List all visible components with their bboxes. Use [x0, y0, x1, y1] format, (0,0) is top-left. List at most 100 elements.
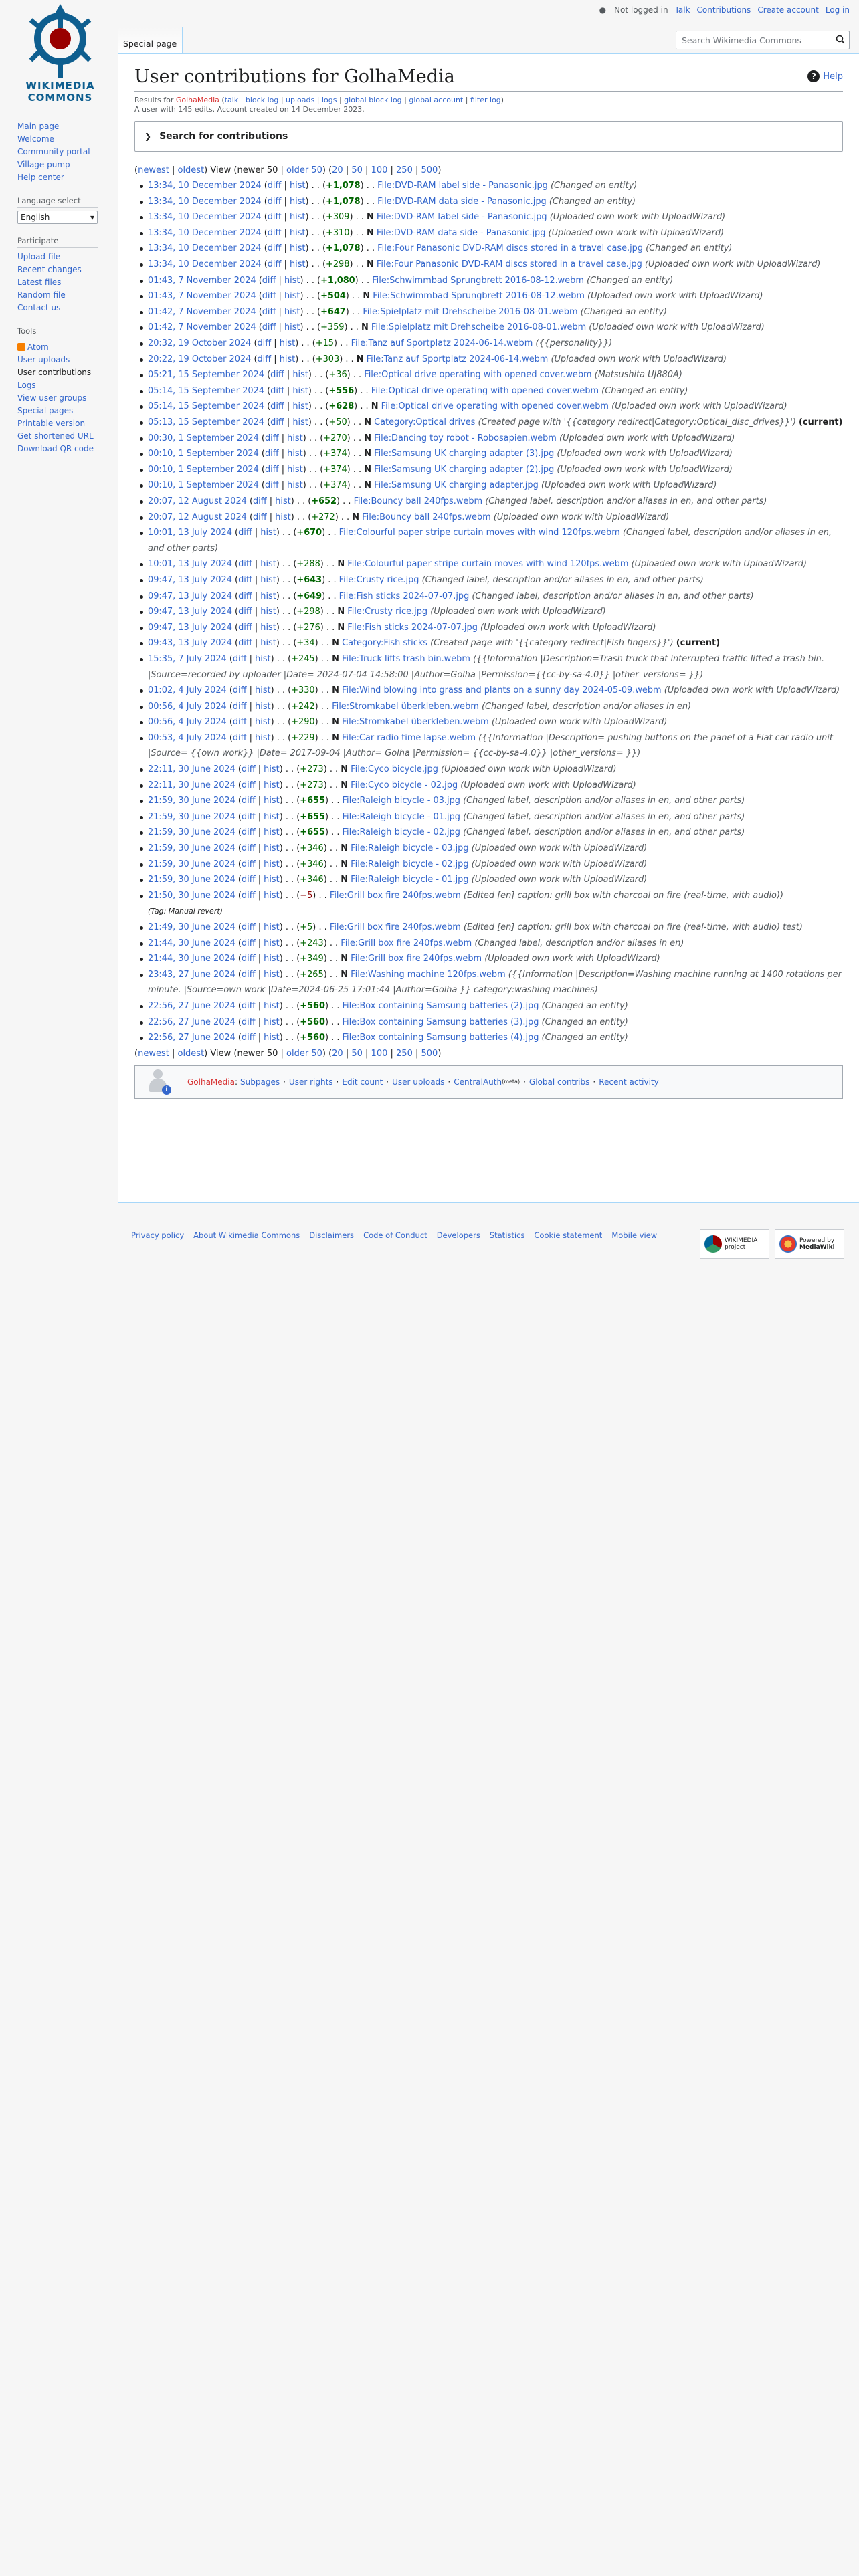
diff-link[interactable]: diff [253, 512, 267, 522]
contrib-timestamp[interactable]: 13:34, 10 December 2024 [148, 197, 262, 207]
contrib-timestamp[interactable]: 00:10, 1 September 2024 [148, 449, 259, 459]
hist-link[interactable]: hist [264, 875, 280, 885]
footer-cookie-statement[interactable]: Cookie statement [534, 1230, 602, 1240]
tools-user-link[interactable]: GolhaMedia [187, 1077, 235, 1087]
pager-size-50[interactable]: 50 [351, 165, 363, 175]
contrib-page-link[interactable]: File:Schwimmbad Sprungbrett 2016-08-12.w… [373, 291, 585, 301]
contrib-timestamp[interactable]: 22:56, 27 June 2024 [148, 1017, 235, 1027]
sidebar-item-random-file[interactable]: Random file [17, 290, 66, 300]
diff-link[interactable]: diff [242, 875, 256, 885]
contrib-timestamp[interactable]: 13:34, 10 December 2024 [148, 259, 262, 270]
hist-link[interactable]: hist [260, 638, 276, 648]
hist-link[interactable]: hist [260, 623, 276, 633]
hist-link[interactable]: hist [284, 276, 300, 286]
diff-link[interactable]: diff [242, 938, 256, 948]
contrib-page-link[interactable]: File:Cyco bicycle - 02.jpg [351, 780, 458, 790]
diff-link[interactable]: diff [242, 764, 256, 774]
diff-link[interactable]: diff [238, 559, 252, 569]
contrib-timestamp[interactable]: 20:07, 12 August 2024 [148, 496, 247, 506]
contrib-page-link[interactable]: File:Raleigh bicycle - 01.jpg [343, 812, 460, 822]
contributions-link[interactable]: Contributions [697, 5, 751, 15]
log-in-link[interactable]: Log in [826, 5, 850, 15]
contrib-timestamp[interactable]: 05:14, 15 September 2024 [148, 401, 264, 411]
contrib-page-link[interactable]: File:Spielplatz mit Drehscheibe 2016-08-… [363, 307, 577, 317]
contrib-timestamp[interactable]: 22:56, 27 June 2024 [148, 1033, 235, 1043]
contrib-page-link[interactable]: File:Raleigh bicycle - 03.jpg [351, 843, 468, 853]
diff-link[interactable]: diff [242, 891, 256, 901]
hist-link[interactable]: hist [264, 954, 280, 964]
hist-link[interactable]: hist [292, 386, 308, 396]
user-rights-link[interactable]: User rights [289, 1077, 333, 1087]
hist-link[interactable]: hist [264, 764, 280, 774]
diff-link[interactable]: diff [233, 702, 247, 712]
user-uploads-link[interactable]: User uploads [392, 1077, 444, 1087]
footer-disclaimers[interactable]: Disclaimers [309, 1230, 354, 1240]
contrib-timestamp[interactable]: 22:11, 30 June 2024 [148, 780, 235, 790]
sidebar-item-user-uploads[interactable]: User uploads [17, 355, 70, 364]
hist-link[interactable]: hist [260, 591, 276, 601]
hist-link[interactable]: hist [290, 197, 306, 207]
contrib-timestamp[interactable]: 01:43, 7 November 2024 [148, 276, 256, 286]
contrib-page-link[interactable]: File:Truck lifts trash bin.webm [342, 654, 470, 664]
contrib-page-link[interactable]: File:Box containing Samsung batteries (2… [343, 1001, 539, 1011]
pager-older-bottom[interactable]: older 50 [286, 1049, 322, 1059]
user-link[interactable]: GolhaMedia [176, 96, 219, 104]
contrib-page-link[interactable]: File:Four Panasonic DVD-RAM discs stored… [377, 243, 643, 253]
sidebar-item-download-qr-code[interactable]: Download QR code [17, 444, 94, 453]
sidebar-item-contact-us[interactable]: Contact us [17, 303, 60, 312]
sidebar-item-logs[interactable]: Logs [17, 381, 36, 390]
contrib-timestamp[interactable]: 05:13, 15 September 2024 [148, 417, 264, 427]
sidebar-item-upload-file[interactable]: Upload file [17, 252, 60, 261]
contrib-page-link[interactable]: File:Spielplatz mit Drehscheibe 2016-08-… [371, 322, 586, 332]
contrib-page-link[interactable]: File:Schwimmbad Sprungbrett 2016-08-12.w… [372, 276, 584, 286]
hist-link[interactable]: hist [275, 512, 291, 522]
hist-link[interactable]: hist [275, 496, 291, 506]
pager-size-100-bottom[interactable]: 100 [371, 1049, 388, 1059]
contrib-timestamp[interactable]: 21:59, 30 June 2024 [148, 843, 235, 853]
contrib-page-link[interactable]: File:Crusty rice.jpg [347, 607, 427, 617]
user-talk-link[interactable]: talk [225, 96, 238, 104]
contrib-page-link[interactable]: File:Bouncy ball 240fps.webm [362, 512, 491, 522]
contrib-page-link[interactable]: File:Fish sticks 2024-07-07.jpg [347, 623, 478, 633]
sidebar-item-atom[interactable]: Atom [27, 342, 49, 352]
contrib-page-link[interactable]: File:Stromkabel überkleben.webm [332, 702, 479, 712]
hist-link[interactable]: hist [290, 259, 306, 270]
hist-link[interactable]: hist [290, 228, 306, 238]
sidebar-item-help-center[interactable]: Help center [17, 173, 64, 182]
contrib-timestamp[interactable]: 20:22, 19 October 2024 [148, 354, 251, 364]
hist-link[interactable]: hist [264, 827, 280, 837]
footer-privacy-policy[interactable]: Privacy policy [131, 1230, 184, 1240]
hist-link[interactable]: hist [292, 417, 308, 427]
sidebar-item-special-pages[interactable]: Special pages [17, 406, 73, 415]
contrib-page-link[interactable]: File:Grill box fire 240fps.webm [341, 938, 472, 948]
hist-link[interactable]: hist [260, 559, 276, 569]
contrib-page-link[interactable]: File:DVD-RAM label side - Panasonic.jpg [377, 212, 547, 222]
contrib-page-link[interactable]: File:Optical drive operating with opened… [364, 370, 591, 380]
sidebar-item-main-page[interactable]: Main page [17, 122, 59, 131]
diff-link[interactable]: diff [242, 1001, 256, 1011]
global-block-log-link[interactable]: global block log [344, 96, 402, 104]
hist-link[interactable]: hist [260, 575, 276, 585]
contrib-timestamp[interactable]: 15:35, 7 July 2024 [148, 654, 227, 664]
hist-link[interactable]: hist [255, 702, 271, 712]
contrib-timestamp[interactable]: 22:56, 27 June 2024 [148, 1001, 235, 1011]
contrib-page-link[interactable]: File:Samsung UK charging adapter (3).jpg [374, 449, 554, 459]
hist-link[interactable]: hist [264, 1001, 280, 1011]
contrib-page-link[interactable]: File:Grill box fire 240fps.webm [330, 922, 461, 932]
help-link[interactable]: Help [823, 72, 843, 82]
contrib-timestamp[interactable]: 13:34, 10 December 2024 [148, 212, 262, 222]
contrib-page-link[interactable]: File:Crusty rice.jpg [339, 575, 419, 585]
contrib-timestamp[interactable]: 21:44, 30 June 2024 [148, 938, 235, 948]
diff-link[interactable]: diff [268, 228, 282, 238]
contrib-page-link[interactable]: File:Optical drive operating with opened… [371, 386, 599, 396]
contrib-page-link[interactable]: File:Grill box fire 240fps.webm [330, 891, 461, 901]
footer-code-of-conduct[interactable]: Code of Conduct [363, 1230, 427, 1240]
pager-size-20-bottom[interactable]: 20 [332, 1049, 343, 1059]
diff-link[interactable]: diff [265, 449, 279, 459]
contrib-page-link[interactable]: File:Grill box fire 240fps.webm [351, 954, 482, 964]
tab-special-page[interactable]: Special page [118, 27, 183, 53]
diff-link[interactable]: diff [242, 827, 256, 837]
contrib-timestamp[interactable]: 05:21, 15 September 2024 [148, 370, 264, 380]
footer-about[interactable]: About Wikimedia Commons [193, 1230, 300, 1240]
sidebar-item-get-shortened-url[interactable]: Get shortened URL [17, 431, 94, 441]
